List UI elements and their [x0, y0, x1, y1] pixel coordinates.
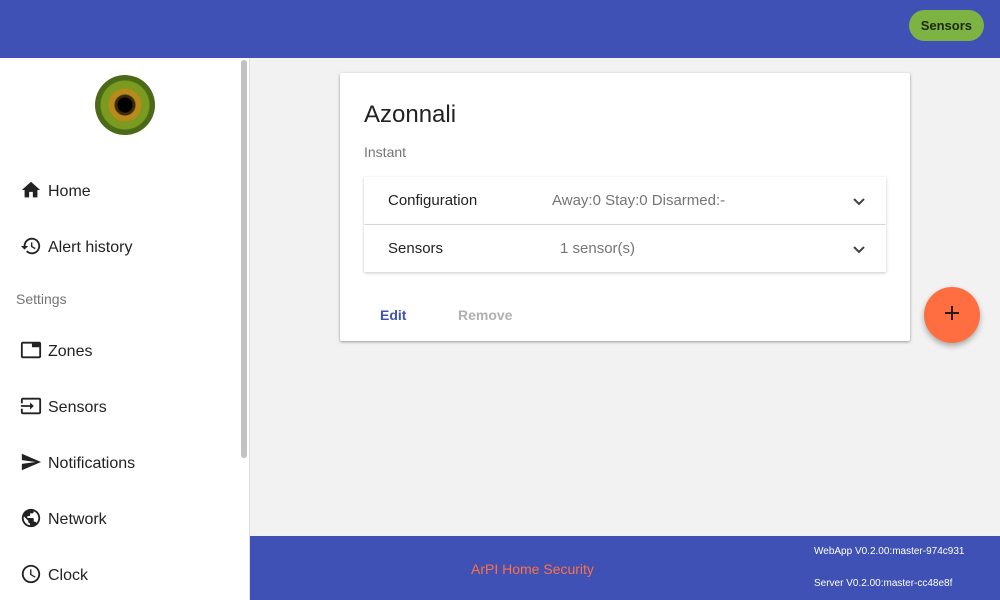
sensors-panel[interactable]: Sensors 1 sensor(s) [364, 225, 886, 272]
send-icon [20, 451, 42, 478]
sidebar-item-notifications[interactable]: Notifications [20, 449, 135, 479]
server-version: Server V0.2.00:master-cc48e8f [814, 578, 953, 589]
edit-button[interactable]: Edit [380, 307, 406, 323]
clock-icon [20, 563, 42, 590]
sidebar-item-alert-history[interactable]: Alert history [20, 233, 132, 263]
plus-icon [942, 303, 962, 328]
sidebar-item-label: Sensors [48, 399, 107, 416]
sidebar-item-label: Alert history [48, 239, 133, 256]
sidebar-item-label: Clock [48, 567, 89, 584]
zone-card: Azonnali Instant Configuration Away:0 St… [340, 73, 910, 341]
zone-subtitle: Instant [364, 144, 407, 160]
sidebar: Home Alert history Settings Zones Sensor… [0, 58, 250, 600]
panel-label: Sensors [388, 240, 444, 257]
sidebar-item-home[interactable]: Home [20, 177, 91, 207]
chevron-down-icon[interactable] [852, 194, 866, 208]
add-zone-button[interactable] [924, 287, 980, 343]
remove-button[interactable]: Remove [458, 307, 512, 323]
zones-icon [20, 339, 42, 366]
panel-summary: Away:0 Stay:0 Disarmed:- [552, 192, 726, 209]
sidebar-item-sensors[interactable]: Sensors [20, 393, 107, 423]
sensors-input-icon [20, 395, 42, 422]
panel-summary: 1 sensor(s) [560, 240, 636, 257]
sensors-status-chip[interactable]: Sensors [908, 10, 984, 41]
sidebar-item-label: Notifications [48, 455, 136, 472]
zone-title: Azonnali [364, 101, 457, 128]
main-content: Azonnali Instant Configuration Away:0 St… [250, 58, 1000, 536]
settings-section-label: Settings [16, 291, 67, 307]
sidebar-item-label: Zones [48, 343, 93, 360]
app-logo [95, 75, 155, 135]
globe-icon [20, 507, 42, 534]
configuration-panel[interactable]: Configuration Away:0 Stay:0 Disarmed:- [364, 177, 886, 224]
panel-label: Configuration [388, 192, 478, 209]
sidebar-item-clock[interactable]: Clock [20, 561, 88, 591]
chevron-down-icon[interactable] [852, 242, 866, 256]
sidebar-scrollbar[interactable] [241, 60, 247, 458]
sidebar-item-network[interactable]: Network [20, 505, 107, 535]
footer-title: ArPI Home Security [471, 561, 594, 577]
sidebar-item-zones[interactable]: Zones [20, 337, 92, 367]
home-icon [20, 179, 42, 206]
top-app-bar: Sensors [0, 0, 1000, 58]
history-icon [20, 235, 42, 262]
webapp-version: WebApp V0.2.00:master-974c931 [814, 546, 965, 557]
footer: ArPI Home Security WebApp V0.2.00:master… [250, 536, 1000, 600]
sidebar-item-label: Network [48, 511, 107, 528]
sidebar-item-label: Home [48, 183, 91, 200]
